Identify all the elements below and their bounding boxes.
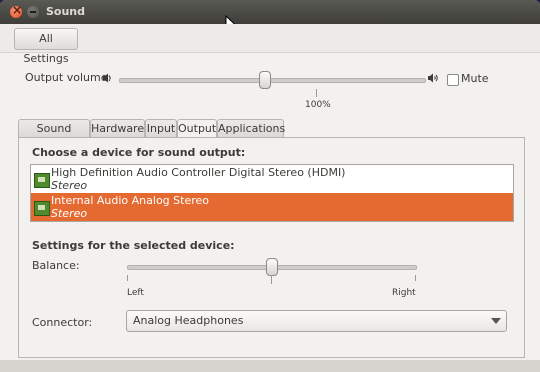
balance-left-label: Left [127, 288, 144, 298]
chevron-down-icon[interactable] [491, 318, 501, 324]
balance-left-tick [127, 275, 128, 281]
tab-hardware[interactable]: Hardware [90, 119, 145, 137]
tab-sound-effects[interactable]: Sound Effects [18, 119, 90, 152]
window-title: Sound [46, 5, 86, 18]
balance-label: Balance: [32, 259, 80, 272]
volume-percent-label: 100% [305, 100, 331, 110]
device-row-hdmi[interactable]: High Definition Audio Controller Digital… [31, 165, 513, 193]
speaker-high-icon [428, 73, 438, 83]
balance-center-tick [271, 275, 272, 284]
output-volume-slider[interactable] [119, 78, 426, 83]
close-icon[interactable] [10, 3, 22, 18]
all-settings-button[interactable]: All Settings [14, 28, 78, 65]
connector-label: Connector: [32, 316, 93, 329]
mute-checkbox[interactable] [447, 74, 459, 86]
balance-slider-knob[interactable] [266, 258, 278, 276]
output-device-list: High Definition Audio Controller Digital… [30, 164, 514, 222]
volume-100-tick [316, 89, 317, 97]
connector-value: Analog Headphones [133, 314, 244, 327]
device-profile: Stereo [51, 207, 88, 220]
output-panel: Choose a device for sound output: High D… [18, 137, 525, 358]
title-bar: Sound [0, 0, 540, 33]
window-bottom-edge [0, 360, 540, 372]
toolbar: All Settings [0, 24, 540, 65]
tab-output[interactable]: Output [177, 119, 217, 138]
sound-settings-window: Sound All Settings Output volume: 100% M… [0, 0, 540, 372]
connector-dropdown[interactable]: Analog Headphones [126, 310, 507, 332]
device-name: High Definition Audio Controller Digital… [51, 166, 346, 179]
device-row-internal-audio[interactable]: Internal Audio Analog Stereo Stereo [31, 193, 513, 221]
mute-label[interactable]: Mute [461, 72, 489, 85]
balance-right-tick [415, 275, 416, 281]
balance-right-label: Right [392, 288, 416, 298]
choose-device-heading: Choose a device for sound output: [32, 146, 246, 159]
device-profile: Stereo [51, 179, 88, 192]
device-settings-heading: Settings for the selected device: [32, 239, 235, 252]
device-name: Internal Audio Analog Stereo [51, 194, 209, 207]
output-volume-slider-knob[interactable] [259, 71, 271, 89]
tab-input[interactable]: Input [145, 119, 177, 137]
sound-card-icon [34, 201, 50, 216]
sound-card-icon [34, 173, 50, 188]
minimize-icon[interactable] [27, 6, 39, 18]
speaker-low-icon [103, 73, 111, 83]
output-volume-label: Output volume: [25, 71, 112, 84]
tab-applications[interactable]: Applications [217, 119, 285, 137]
